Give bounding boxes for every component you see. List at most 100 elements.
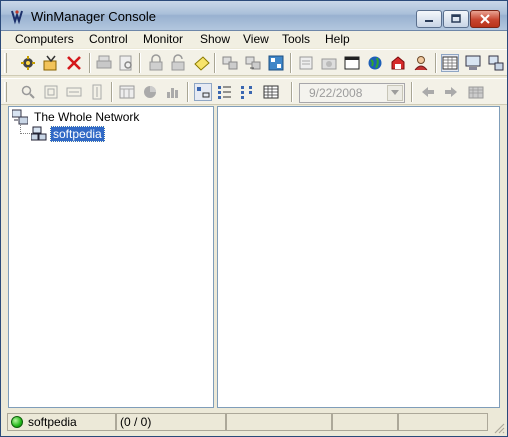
computer-group-icon bbox=[31, 126, 47, 141]
table-view-button[interactable] bbox=[262, 83, 280, 101]
menu-monitor[interactable]: Monitor bbox=[143, 32, 183, 46]
minimize-button[interactable] bbox=[416, 10, 442, 28]
table-view-icon bbox=[263, 85, 279, 99]
users-button[interactable] bbox=[412, 54, 430, 72]
lock-button[interactable] bbox=[147, 54, 165, 72]
network-icon bbox=[488, 55, 504, 71]
sync-button[interactable] bbox=[267, 54, 285, 72]
fit-width-icon bbox=[66, 87, 82, 97]
toolbar-separator bbox=[111, 82, 113, 102]
small-icons-icon bbox=[197, 87, 210, 98]
toolbar-separator bbox=[187, 82, 189, 102]
date-dropdown-button[interactable] bbox=[387, 85, 403, 101]
print-button[interactable] bbox=[95, 54, 113, 72]
unlock-button[interactable] bbox=[169, 54, 187, 72]
globe-icon bbox=[368, 56, 382, 70]
doc-button[interactable] bbox=[297, 54, 315, 72]
date-picker[interactable]: 9/22/2008 bbox=[299, 83, 405, 103]
main-toolbar bbox=[1, 49, 507, 76]
status-computer: softpedia bbox=[28, 415, 77, 429]
list-view-button[interactable] bbox=[216, 83, 234, 101]
toolbar-separator bbox=[291, 82, 293, 102]
secondary-toolbar: 9/22/2008 bbox=[1, 78, 507, 105]
print-preview-button[interactable] bbox=[117, 54, 135, 72]
unlock-icon bbox=[171, 54, 185, 71]
app-logo-icon bbox=[11, 10, 23, 25]
pie-chart-button[interactable] bbox=[141, 83, 159, 101]
computer-icon bbox=[465, 55, 481, 70]
toolbar-grip[interactable] bbox=[4, 53, 7, 73]
properties-icon bbox=[43, 55, 57, 71]
close-icon bbox=[480, 14, 490, 24]
tree-node-computer[interactable]: softpedia bbox=[31, 126, 105, 142]
list-view-icon bbox=[218, 86, 231, 99]
bar-chart-button[interactable] bbox=[164, 83, 182, 101]
properties-button[interactable] bbox=[42, 54, 60, 72]
resize-grip-icon[interactable] bbox=[493, 422, 505, 434]
status-computer-panel: softpedia bbox=[7, 413, 116, 431]
card-icon bbox=[391, 56, 405, 70]
forward-button[interactable] bbox=[442, 83, 460, 101]
computer-button[interactable] bbox=[464, 54, 482, 72]
fit-height-button[interactable] bbox=[88, 83, 106, 101]
toolbar-separator bbox=[139, 53, 141, 73]
card-button[interactable] bbox=[389, 54, 407, 72]
grid-view-icon bbox=[442, 56, 458, 70]
bar-chart-icon bbox=[167, 88, 178, 98]
menu-help[interactable]: Help bbox=[325, 32, 350, 46]
delete-icon bbox=[67, 56, 81, 70]
arrow-right-icon bbox=[445, 87, 457, 97]
menu-computers[interactable]: Computers bbox=[15, 32, 74, 46]
tree-root-label: The Whole Network bbox=[34, 110, 140, 124]
toolbar-grip[interactable] bbox=[4, 82, 7, 102]
toolbar-separator bbox=[290, 53, 292, 73]
toolbar-separator bbox=[89, 53, 91, 73]
small-icons-button[interactable] bbox=[194, 83, 212, 101]
menu-control[interactable]: Control bbox=[89, 32, 128, 46]
delete-button[interactable] bbox=[65, 54, 83, 72]
copy-to-button[interactable] bbox=[221, 54, 239, 72]
close-button[interactable] bbox=[470, 10, 500, 28]
connect-computer-icon bbox=[21, 56, 35, 70]
status-panel-3 bbox=[226, 413, 332, 431]
network-group-icon bbox=[12, 109, 28, 125]
status-bar: softpedia (0 / 0) bbox=[1, 411, 507, 436]
date-value: 9/22/2008 bbox=[309, 86, 363, 100]
grid-button[interactable] bbox=[467, 83, 485, 101]
menu-tools[interactable]: Tools bbox=[282, 32, 310, 46]
camera-icon bbox=[321, 58, 337, 70]
pie-chart-icon bbox=[144, 86, 156, 98]
maximize-button[interactable] bbox=[443, 10, 469, 28]
fit-width-button[interactable] bbox=[65, 83, 83, 101]
connect-computer-button[interactable] bbox=[19, 54, 37, 72]
fit-window-button[interactable] bbox=[42, 83, 60, 101]
details-view-button[interactable] bbox=[239, 83, 257, 101]
note-icon bbox=[194, 56, 210, 71]
menu-bar: Computers Control Monitor Show View Tool… bbox=[1, 31, 507, 48]
status-panel-4 bbox=[332, 413, 398, 431]
globe-button[interactable] bbox=[366, 54, 384, 72]
users-icon bbox=[414, 56, 428, 71]
window-button[interactable] bbox=[343, 54, 361, 72]
fit-window-icon bbox=[44, 85, 58, 99]
window-title: WinManager Console bbox=[31, 9, 157, 24]
network-button[interactable] bbox=[487, 54, 505, 72]
status-panel-5 bbox=[398, 413, 488, 431]
menu-show[interactable]: Show bbox=[200, 32, 230, 46]
chevron-down-icon bbox=[391, 90, 399, 95]
fit-height-icon bbox=[92, 84, 102, 100]
back-button[interactable] bbox=[419, 83, 437, 101]
calendar-button[interactable] bbox=[118, 83, 136, 101]
tree-root-node[interactable]: The Whole Network bbox=[12, 109, 139, 125]
menu-view[interactable]: View bbox=[243, 32, 269, 46]
zoom-button[interactable] bbox=[19, 83, 37, 101]
grid-view-button[interactable] bbox=[441, 54, 459, 72]
camera-button[interactable] bbox=[320, 54, 338, 72]
minimize-icon bbox=[425, 20, 433, 22]
move-to-button[interactable] bbox=[244, 54, 262, 72]
maximize-icon bbox=[451, 14, 461, 23]
note-button[interactable] bbox=[193, 54, 211, 72]
details-pane[interactable] bbox=[217, 106, 500, 408]
network-tree[interactable]: The Whole Network softpedia bbox=[8, 106, 214, 408]
title-bar[interactable]: WinManager Console bbox=[1, 1, 507, 31]
